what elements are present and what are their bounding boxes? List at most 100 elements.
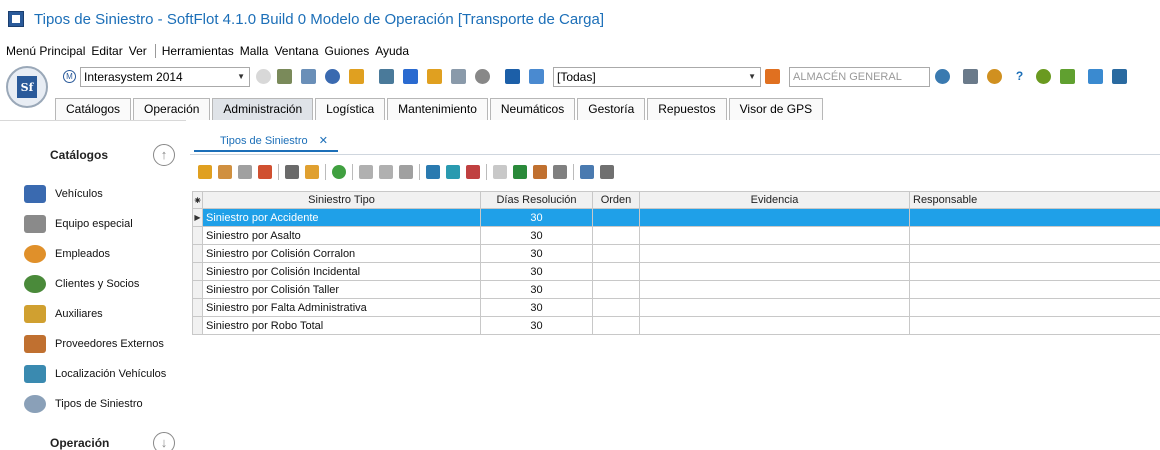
table-row[interactable]: ▶ Siniestro por Accidente 30 — [192, 208, 1160, 227]
row-indicator[interactable] — [192, 262, 203, 281]
cell-dias-resolucion[interactable]: 30 — [480, 208, 593, 227]
list-icon[interactable] — [451, 69, 466, 84]
globe-icon[interactable] — [935, 69, 950, 84]
document-tab[interactable]: Tipos de Siniestro ✕ — [194, 130, 338, 152]
column-header-responsable[interactable]: Responsable — [909, 191, 1160, 209]
calendar-icon[interactable] — [277, 69, 292, 84]
row-indicator[interactable] — [192, 226, 203, 245]
cell-responsable[interactable] — [909, 316, 1160, 335]
users-icon[interactable] — [349, 69, 364, 84]
document-icon[interactable] — [379, 69, 394, 84]
warehouse-input[interactable]: ALMACÉN GENERAL — [789, 67, 930, 87]
sidebar-item-equipo-especial[interactable]: Equipo especial — [24, 213, 133, 235]
coins-icon[interactable] — [987, 69, 1002, 84]
sidebar-item-proveedores[interactable]: Proveedores Externos — [24, 333, 164, 355]
sidebar-section-operacion[interactable]: Operación — [50, 436, 109, 450]
tree-add-icon[interactable] — [446, 165, 460, 179]
cell-dias-resolucion[interactable]: 30 — [480, 244, 593, 263]
tab-administracion[interactable]: Administración — [212, 98, 314, 120]
cell-dias-resolucion[interactable]: 30 — [480, 226, 593, 245]
branch-select[interactable]: [Todas] ▼ — [553, 67, 761, 87]
cell-responsable[interactable] — [909, 298, 1160, 317]
cell-siniestro-tipo[interactable]: Siniestro por Colisión Taller — [202, 280, 481, 299]
company-select[interactable]: Interasystem 2014 ▼ — [80, 67, 250, 87]
cell-orden[interactable] — [592, 208, 640, 227]
excel-icon[interactable] — [513, 165, 527, 179]
column-header-orden[interactable]: Orden — [592, 191, 640, 209]
table-row[interactable]: Siniestro por Colisión Taller 30 — [192, 280, 1160, 299]
exit-icon[interactable] — [1112, 69, 1127, 84]
cell-evidencia[interactable] — [639, 280, 910, 299]
tab-catalogos[interactable]: Catálogos — [55, 98, 132, 120]
cell-evidencia[interactable] — [639, 208, 910, 227]
cell-orden[interactable] — [592, 244, 640, 263]
database-icon[interactable] — [238, 165, 252, 179]
cell-responsable[interactable] — [909, 226, 1160, 245]
expand-down-icon[interactable]: ↓ — [153, 432, 175, 450]
image-icon[interactable] — [359, 165, 373, 179]
table-row[interactable]: Siniestro por Falta Administrativa 30 — [192, 298, 1160, 317]
cell-responsable[interactable] — [909, 208, 1160, 227]
tab-neumaticos[interactable]: Neumáticos — [489, 98, 576, 120]
collapse-up-icon[interactable]: ↑ — [153, 144, 175, 166]
delete-icon[interactable] — [258, 165, 272, 179]
cell-orden[interactable] — [592, 316, 640, 335]
chat-icon[interactable] — [1088, 69, 1103, 84]
home-icon[interactable] — [765, 69, 780, 84]
cell-siniestro-tipo[interactable]: Siniestro por Colisión Incidental — [202, 262, 481, 281]
app-logo-button[interactable]: Sf — [6, 66, 48, 108]
menu-item-ventana[interactable]: Ventana — [274, 44, 318, 58]
sidebar-item-vehiculos[interactable]: Vehículos — [24, 183, 103, 205]
menu-item-ver[interactable]: Ver — [129, 44, 147, 58]
menu-item-guiones[interactable]: Guiones — [325, 44, 370, 58]
row-indicator[interactable] — [192, 298, 203, 317]
cell-evidencia[interactable] — [639, 226, 910, 245]
gauge-icon[interactable] — [325, 69, 340, 84]
cell-responsable[interactable] — [909, 244, 1160, 263]
table-row[interactable]: Siniestro por Asalto 30 — [192, 226, 1160, 245]
print-icon[interactable] — [600, 165, 614, 179]
sidebar-section-catalogos[interactable]: Catálogos — [50, 148, 108, 162]
cell-evidencia[interactable] — [639, 316, 910, 335]
tab-mantenimiento[interactable]: Mantenimiento — [387, 98, 488, 120]
print-preview-icon[interactable] — [580, 165, 594, 179]
cell-siniestro-tipo[interactable]: Siniestro por Robo Total — [202, 316, 481, 335]
filter-icon[interactable] — [305, 165, 319, 179]
window-icon[interactable] — [529, 69, 544, 84]
cell-dias-resolucion[interactable]: 30 — [480, 316, 593, 335]
cell-responsable[interactable] — [909, 262, 1160, 281]
bug-icon[interactable] — [1036, 69, 1051, 84]
cell-evidencia[interactable] — [639, 262, 910, 281]
attach-icon[interactable] — [399, 165, 413, 179]
menu-item-ayuda[interactable]: Ayuda — [375, 44, 409, 58]
menu-item-herramientas[interactable]: Herramientas — [162, 44, 234, 58]
cell-orden[interactable] — [592, 226, 640, 245]
cell-siniestro-tipo[interactable]: Siniestro por Asalto — [202, 226, 481, 245]
clipboard-icon[interactable] — [427, 69, 442, 84]
edit-icon[interactable] — [218, 165, 232, 179]
add-icon[interactable] — [198, 165, 212, 179]
cell-siniestro-tipo[interactable]: Siniestro por Accidente — [202, 208, 481, 227]
tab-repuestos[interactable]: Repuestos — [647, 98, 727, 120]
column-header-siniestro-tipo[interactable]: Siniestro Tipo — [202, 191, 481, 209]
sidebar-item-auxiliares[interactable]: Auxiliares — [24, 303, 103, 325]
refresh-icon[interactable] — [256, 69, 271, 84]
cell-siniestro-tipo[interactable]: Siniestro por Falta Administrativa — [202, 298, 481, 317]
sidebar-item-tipos-siniestro[interactable]: Tipos de Siniestro — [24, 393, 143, 415]
sidebar-item-localizacion[interactable]: Localización Vehículos — [24, 363, 166, 385]
calendar-99-icon[interactable] — [403, 69, 418, 84]
cell-dias-resolucion[interactable]: 30 — [480, 298, 593, 317]
grid-corner[interactable]: ⁕ — [192, 191, 203, 209]
tree-remove-icon[interactable] — [466, 165, 480, 179]
tab-visor-gps[interactable]: Visor de GPS — [728, 98, 824, 120]
column-header-dias-resolucion[interactable]: Días Resolución — [480, 191, 593, 209]
cell-dias-resolucion[interactable]: 30 — [480, 280, 593, 299]
column-header-evidencia[interactable]: Evidencia — [639, 191, 910, 209]
binoculars-icon[interactable] — [285, 165, 299, 179]
menu-item-malla[interactable]: Malla — [240, 44, 269, 58]
zoom-icon[interactable] — [963, 69, 978, 84]
row-indicator[interactable] — [192, 244, 203, 263]
row-indicator[interactable] — [192, 316, 203, 335]
row-indicator-icon[interactable]: ▶ — [192, 208, 203, 227]
help-icon[interactable]: ? — [1012, 69, 1027, 84]
